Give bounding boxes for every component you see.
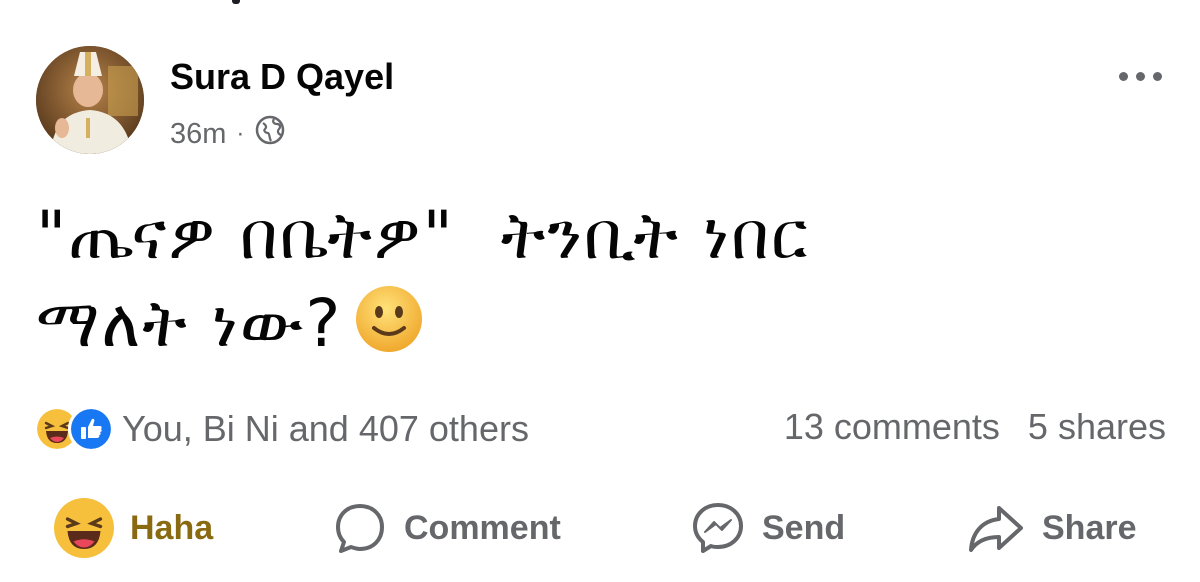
send-button[interactable]: Send bbox=[690, 488, 845, 568]
comment-icon bbox=[336, 504, 384, 553]
shares-count[interactable]: 5 shares bbox=[1028, 406, 1166, 448]
post-meta: 36m · bbox=[170, 114, 286, 154]
post-header: Sura D Qayel 36m · bbox=[36, 46, 1166, 166]
reactions-summary[interactable]: You, Bi Ni and 407 others bbox=[34, 406, 529, 452]
share-button[interactable]: Share bbox=[966, 488, 1137, 568]
more-dot bbox=[1152, 71, 1162, 81]
globe-icon[interactable] bbox=[254, 114, 286, 154]
share-arrow-icon bbox=[969, 506, 1023, 552]
engagement-counts: 13 comments 5 shares bbox=[784, 406, 1166, 448]
comment-button[interactable]: Comment bbox=[332, 488, 561, 568]
post-text-line-2: ማለት ነው? bbox=[36, 280, 1156, 376]
meta-separator: · bbox=[236, 120, 245, 147]
more-dot bbox=[1118, 71, 1128, 81]
slightly-smiling-face-icon bbox=[354, 284, 424, 376]
share-label: Share bbox=[1042, 508, 1137, 547]
messenger-icon bbox=[693, 503, 743, 553]
post-text-line-1: "ጤናዎ በቤትዎ" ትንቢት ነበር bbox=[36, 197, 810, 274]
post-text-line-2-text: ማለት ነው? bbox=[36, 285, 343, 362]
post-stats: You, Bi Ni and 407 others 13 comments 5 … bbox=[34, 398, 1166, 458]
send-label: Send bbox=[762, 508, 846, 547]
haha-button[interactable]: Haha bbox=[54, 488, 213, 568]
avatar[interactable] bbox=[36, 46, 144, 154]
post-time[interactable]: 36m bbox=[170, 118, 226, 151]
comments-count[interactable]: 13 comments bbox=[784, 406, 1000, 448]
like-reaction-icon bbox=[68, 406, 114, 452]
reaction-names: You, Bi Ni and 407 others bbox=[122, 408, 529, 449]
haha-icon bbox=[54, 498, 114, 558]
post-actions-bar: Haha Comment Send Share bbox=[0, 488, 1200, 568]
post-body: "ጤናዎ በቤትዎ" ትንቢት ነበር ማለት ነው? bbox=[36, 192, 1156, 376]
top-edge-fragment bbox=[232, 0, 240, 4]
author-name[interactable]: Sura D Qayel bbox=[170, 56, 394, 98]
more-dot bbox=[1135, 71, 1145, 81]
comment-label: Comment bbox=[404, 508, 561, 547]
more-options-button[interactable] bbox=[1114, 64, 1166, 88]
haha-label: Haha bbox=[130, 508, 214, 547]
